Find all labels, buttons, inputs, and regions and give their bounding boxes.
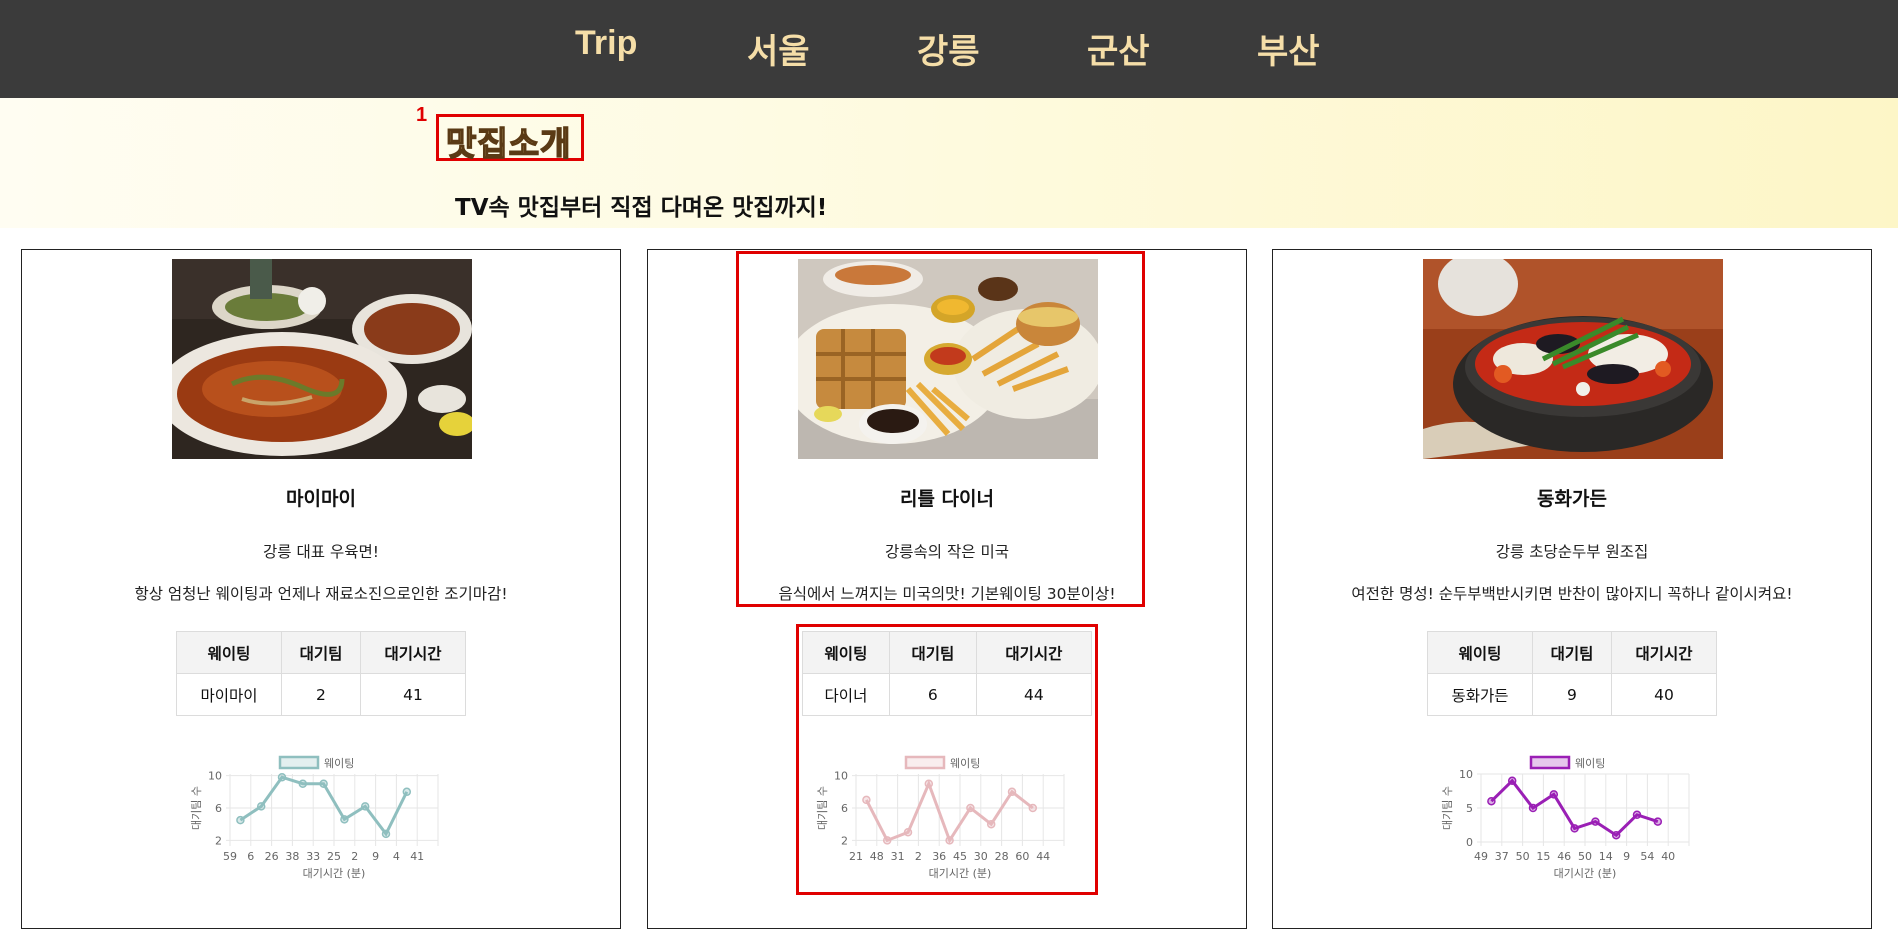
- top-nav: Trip 서울 강릉 군산 부산: [0, 0, 1898, 98]
- page-title: 맛집소개: [445, 123, 572, 164]
- table-header-teams: 대기팀: [1531, 631, 1613, 674]
- table-header-wait-time: 대기시간: [360, 631, 466, 674]
- x-tick-label: 15: [1536, 850, 1550, 863]
- x-tick-label: 2: [351, 850, 358, 863]
- x-tick-label: 9: [1623, 850, 1630, 863]
- data-point: [1591, 817, 1600, 826]
- legend-swatch: [278, 755, 320, 770]
- hero-banner: [0, 98, 1898, 228]
- data-point: [319, 779, 328, 788]
- data-point: [256, 802, 266, 811]
- data-point: [1632, 810, 1642, 820]
- annotation-box-2: [736, 251, 1145, 607]
- x-tick-label: 4: [393, 850, 400, 863]
- y-tick-label: 10: [1459, 768, 1473, 781]
- table-cell-teams: 9: [1531, 673, 1613, 716]
- table-cell-name: 마이마이: [176, 673, 282, 716]
- waiting-table: 웨이팅 대기팀 대기시간 마이마이 2 41: [176, 631, 466, 716]
- waiting-chart: 웨이팅 0 5 10 49 37 50 15 46 50 14 9 54 40 대기시간 (분) 대기팀 수: [1441, 755, 1690, 880]
- nav-item-seoul[interactable]: 서울: [747, 24, 810, 73]
- data-point: [360, 802, 370, 811]
- nav-home-trip[interactable]: Trip: [575, 24, 637, 63]
- data-point: [1507, 776, 1517, 786]
- restaurant-name: 마이마이: [286, 488, 356, 510]
- x-tick-label: 9: [372, 850, 379, 863]
- nav-item-busan[interactable]: 부산: [1257, 24, 1320, 73]
- x-tick-label: 26: [265, 850, 279, 863]
- table-row: 마이마이 2 41: [176, 673, 466, 716]
- data-point: [277, 772, 287, 782]
- data-point: [1570, 824, 1579, 833]
- x-tick-label: 50: [1578, 850, 1592, 863]
- restaurant-name: 동화가든: [1537, 488, 1607, 510]
- table-header-wait-time: 대기시간: [1611, 631, 1717, 674]
- legend-label: 웨이팅: [1575, 757, 1605, 770]
- waiting-chart: 웨이팅261059 6 26 38 33 25 2 9 4 41대기시간 (분)대기팀 수: [190, 755, 439, 880]
- x-tick-label: 38: [285, 850, 299, 863]
- x-tick-label: 41: [410, 850, 424, 863]
- seafood-hotpot-photo: [1423, 259, 1723, 459]
- data-point: [1487, 796, 1496, 806]
- x-axis-title: 대기시간 (분): [303, 867, 366, 880]
- x-tick-label: 54: [1640, 850, 1654, 863]
- table-header-teams: 대기팀: [280, 631, 362, 674]
- data-point: [1653, 817, 1663, 826]
- restaurant-card-donghwa-garden: 동화가든 강릉 초당순두부 원조집 여전한 명성! 순두부백반시키면 반찬이 많…: [1272, 249, 1872, 929]
- restaurant-tagline: 강릉 초당순두부 원조집: [1495, 543, 1649, 561]
- table-row: 동화가든 9 40: [1427, 673, 1717, 716]
- x-axis-title: 대기시간 (분): [1554, 867, 1617, 880]
- restaurant-description: 여전한 명성! 순두부백반시키면 반찬이 많아지니 꼭하나 같이시켜요!: [1351, 585, 1793, 603]
- data-point: [402, 787, 412, 797]
- table-cell-time: 41: [360, 673, 466, 716]
- table-cell-teams: 2: [280, 673, 362, 716]
- annotation-number-1: 1: [416, 104, 428, 126]
- y-tick-label: 10: [208, 770, 222, 783]
- x-tick-label: 40: [1661, 850, 1675, 863]
- table-cell-name: 동화가든: [1427, 673, 1533, 716]
- x-tick-label: 37: [1495, 850, 1509, 863]
- restaurant-description: 항상 엄청난 웨이팅과 언제나 재료소진으로인한 조기마감!: [134, 585, 508, 603]
- data-point: [1528, 803, 1538, 813]
- y-tick-label: 0: [1466, 836, 1473, 849]
- annotation-box-3: [796, 624, 1098, 895]
- restaurant-tagline: 강릉 대표 우육면!: [263, 543, 379, 561]
- nav-item-gunsan[interactable]: 군산: [1087, 24, 1150, 73]
- data-point: [381, 829, 391, 839]
- x-tick-label: 46: [1557, 850, 1571, 863]
- restaurant-card-maimai: 마이마이 강릉 대표 우육면! 항상 엄청난 웨이팅과 언제나 재료소진으로인한…: [21, 249, 621, 929]
- legend-label: 웨이팅: [324, 757, 354, 770]
- x-tick-label: 50: [1516, 850, 1530, 863]
- x-tick-label: 14: [1599, 850, 1613, 863]
- table-cell-time: 40: [1611, 673, 1717, 716]
- waiting-table: 웨이팅 대기팀 대기시간 동화가든 9 40: [1427, 631, 1717, 716]
- y-tick-label: 6: [215, 802, 222, 815]
- data-point: [298, 779, 308, 788]
- data-point: [1611, 830, 1621, 840]
- data-point: [1549, 790, 1559, 799]
- table-header-waiting: 웨이팅: [1427, 631, 1533, 674]
- x-tick-label: 49: [1474, 850, 1488, 863]
- y-tick-label: 5: [1466, 802, 1473, 815]
- table-header-waiting: 웨이팅: [176, 631, 282, 674]
- legend-swatch: [1529, 755, 1571, 770]
- data-point: [340, 815, 349, 824]
- x-tick-label: 33: [306, 850, 320, 863]
- beef-noodle-soup-photo: [172, 259, 472, 459]
- page-subtitle: TV속 맛집부터 직접 다며온 맛집까지!: [455, 195, 828, 221]
- nav-item-gangneung[interactable]: 강릉: [917, 24, 980, 73]
- data-point: [236, 815, 245, 825]
- y-axis-title: 대기팀 수: [190, 786, 203, 830]
- y-tick-label: 2: [215, 834, 222, 847]
- x-tick-label: 59: [223, 850, 237, 863]
- x-tick-label: 25: [327, 850, 341, 863]
- x-tick-label: 6: [247, 850, 254, 863]
- y-axis-title: 대기팀 수: [1441, 786, 1454, 830]
